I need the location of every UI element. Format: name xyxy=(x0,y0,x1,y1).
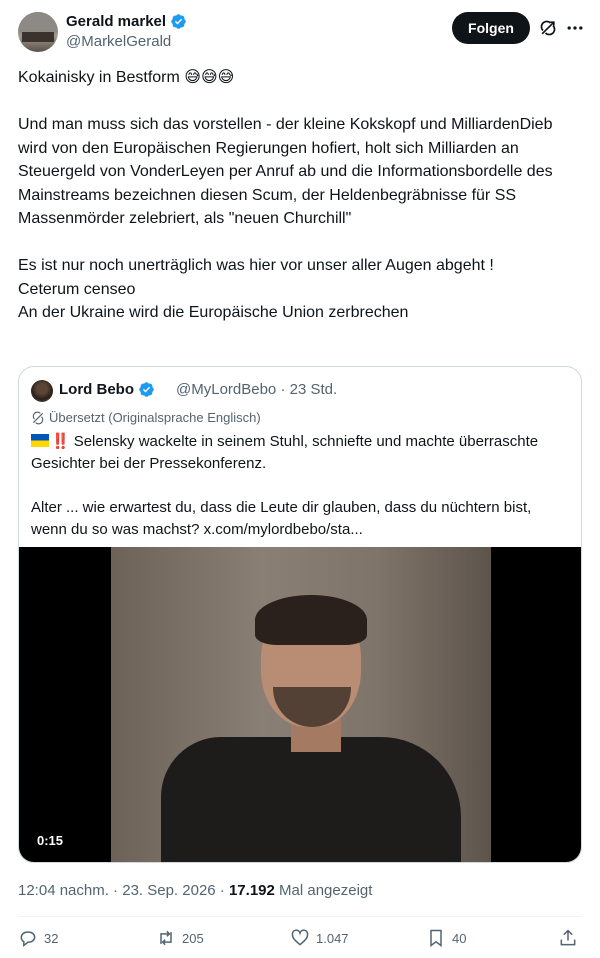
video-player[interactable]: 0:15 xyxy=(19,547,581,862)
like-button[interactable]: 1.047 xyxy=(290,928,349,948)
bookmark-count: 40 xyxy=(452,930,467,946)
like-count: 1.047 xyxy=(316,930,349,946)
quote-author-avatar[interactable] xyxy=(31,380,53,402)
author-avatar[interactable] xyxy=(18,12,58,52)
follow-button[interactable]: Folgen xyxy=(452,12,530,44)
grok-icon[interactable] xyxy=(538,18,558,38)
bookmark-button[interactable]: 40 xyxy=(426,928,466,948)
bookmark-icon xyxy=(430,929,442,947)
post-timestamp[interactable]: 12:04 nachm. · 23. Sep. 2026 · xyxy=(18,882,229,899)
share-button[interactable] xyxy=(558,928,578,948)
double-exclamation-icon: ‼️ xyxy=(51,433,70,450)
video-frame xyxy=(111,547,491,862)
post-line: Es ist nur noch unerträglich was hier vo… xyxy=(18,257,494,274)
view-count: 17.192 xyxy=(228,882,275,899)
share-icon xyxy=(560,929,576,946)
ukraine-flag-icon xyxy=(31,434,49,447)
post-title-line: Kokainisky in Bestform 😅😅😅 xyxy=(18,69,235,86)
repost-button[interactable]: 205 xyxy=(156,928,204,948)
reply-icon xyxy=(20,931,36,948)
more-icon[interactable] xyxy=(565,18,585,38)
translate-icon xyxy=(32,411,44,424)
divider xyxy=(18,916,582,917)
post-line: Ceterum censeo xyxy=(18,280,136,298)
verified-badge-icon xyxy=(171,14,186,29)
translation-notice: Übersetzt (Originalsprache Englisch) xyxy=(31,410,261,425)
repost-icon xyxy=(160,930,172,946)
reply-button[interactable]: 32 xyxy=(18,928,58,948)
quote-text: ‼️ Selensky wackelte in seinem Stuhl, sch… xyxy=(31,431,571,541)
quote-text-line2: Alter ... wie erwartest du, dass die Leu… xyxy=(31,499,532,538)
author-name-row[interactable]: Gerald markel xyxy=(66,13,187,30)
post-line: An der Ukraine wird die Europäische Unio… xyxy=(18,304,409,321)
verified-badge-icon xyxy=(139,382,154,397)
quoted-post-card[interactable]: Lord Bebo @MyLordBebo · 23 Std. Übersetz… xyxy=(18,366,582,863)
view-label: Mal angezeigt xyxy=(274,882,373,899)
action-bar: 32 205 1.047 40 xyxy=(18,928,582,956)
quote-handle-time[interactable]: @MyLordBebo · 23 Std. xyxy=(176,381,337,398)
quote-author-name-row[interactable]: Lord Bebo xyxy=(59,381,155,398)
video-duration: 0:15 xyxy=(31,831,70,850)
post-text: Kokainisky in Bestform 😅😅😅 Und man muss … xyxy=(18,66,583,325)
quote-author-name[interactable]: Lord Bebo xyxy=(59,381,134,398)
translation-label: Übersetzt (Originalsprache Englisch) xyxy=(49,410,261,425)
author-name[interactable]: Gerald markel xyxy=(66,13,166,30)
author-handle[interactable]: @MarkelGerald xyxy=(66,33,171,50)
like-icon xyxy=(291,929,309,946)
reply-count: 32 xyxy=(44,930,59,946)
repost-count: 205 xyxy=(182,930,204,946)
quote-text-line1: Selensky wackelte in seinem Stuhl, schni… xyxy=(31,433,539,472)
post-paragraph: Und man muss sich das vorstellen - der k… xyxy=(18,116,553,227)
post-meta: 12:04 nachm. · 23. Sep. 2026 · 17.192 Ma… xyxy=(18,882,372,899)
post-container: Gerald markel @MarkelGerald Folgen Kokai… xyxy=(0,0,600,958)
